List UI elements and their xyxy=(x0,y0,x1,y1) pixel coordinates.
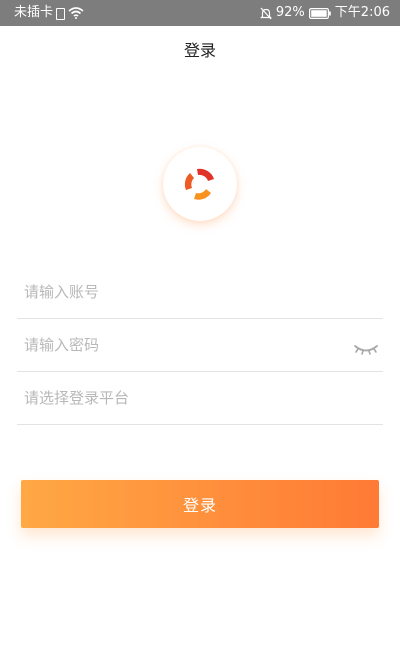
clock-text: 下午2:06 xyxy=(334,5,390,20)
battery-percent: 92% xyxy=(275,5,305,20)
wifi-icon xyxy=(68,7,84,19)
app-logo-icon xyxy=(184,168,214,200)
password-input[interactable] xyxy=(24,319,344,371)
platform-placeholder: 请选择登录平台 xyxy=(24,389,130,407)
battery-icon xyxy=(308,7,331,19)
status-bar: 未插卡 92% 下午2:06 xyxy=(0,0,400,26)
carrier-text: 未插卡 xyxy=(14,5,54,20)
eye-closed-icon[interactable] xyxy=(353,342,379,356)
app-logo xyxy=(163,147,237,221)
account-field xyxy=(17,266,383,319)
login-button[interactable]: 登录 xyxy=(21,480,379,528)
sim-card-icon xyxy=(56,8,66,20)
page-title: 登录 xyxy=(183,41,216,60)
password-field xyxy=(17,319,383,372)
status-left: 未插卡 xyxy=(14,0,84,26)
status-right: 92% 下午2:06 xyxy=(259,0,390,26)
platform-select[interactable]: 请选择登录平台 xyxy=(17,372,383,425)
account-input[interactable] xyxy=(24,266,344,318)
bell-off-icon xyxy=(259,7,272,20)
